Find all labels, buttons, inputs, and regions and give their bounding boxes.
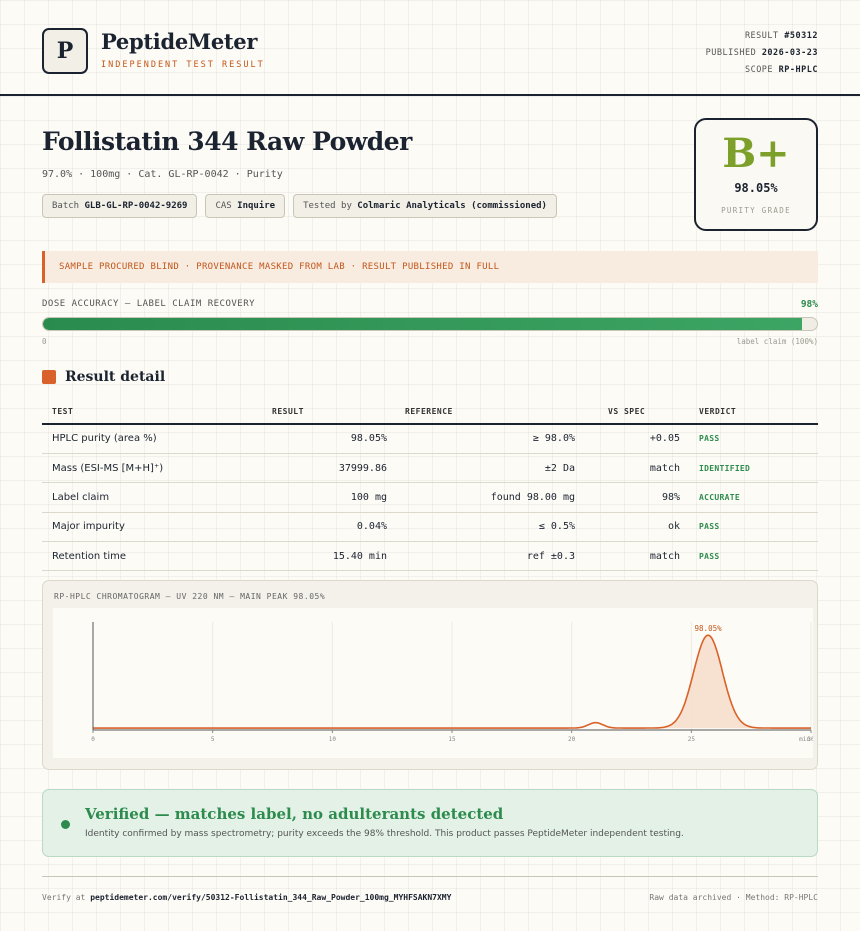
verified-subtitle: Identity confirmed by mass spectrometry;… <box>85 829 684 839</box>
cell-test: HPLC purity (area %) <box>42 424 272 454</box>
col-test: TEST <box>42 399 272 425</box>
cell-reference: ≥ 98.0% <box>387 424 575 454</box>
cell-result: 98.05% <box>272 424 387 454</box>
x-tick-label: 10 <box>329 736 337 743</box>
chromatogram-label: RP-HPLC CHROMATOGRAM — UV 220 NM — MAIN … <box>54 592 326 601</box>
batch-chip: Batch GLB-GL-RP-0042-9269 <box>42 194 198 218</box>
main-peak-area <box>662 635 754 729</box>
section-title: Result detail <box>65 369 166 385</box>
cell-vs-spec: 98% <box>575 482 680 513</box>
chromatogram-plot: 0 5 10 15 20 25 30 min 98.05% <box>53 608 815 758</box>
dose-progress-fill <box>43 318 802 330</box>
verified-banner: Verified — matches label, no adulterants… <box>42 789 818 857</box>
published-row: PUBLISHED 2026-03-23 <box>705 48 818 58</box>
cell-result: 15.40 min <box>272 541 387 572</box>
scope-row: SCOPE RP-HPLC <box>744 65 818 75</box>
x-tick-label: 15 <box>448 736 456 743</box>
section-marker-icon <box>42 370 56 384</box>
tested-by-chip: Tested by Colmaric Analyticals (commissi… <box>293 194 557 218</box>
cell-reference: ±2 Da <box>387 453 575 484</box>
table-row: Label claim 100 mg found 98.00 mg 98% AC… <box>42 482 818 513</box>
cell-vs-spec: +0.05 <box>575 424 680 454</box>
cell-result: 0.04% <box>272 512 387 543</box>
report-meta: RESULT #50312 PUBLISHED 2026-03-23 SCOPE… <box>706 28 818 79</box>
cell-reference: found 98.00 mg <box>387 482 575 513</box>
footer-divider <box>42 876 818 877</box>
table-row: Retention time 15.40 min ref ±0.3 match … <box>42 541 818 572</box>
grade-value: 98.05% <box>734 181 778 195</box>
cell-test: Mass (ESI-MS [M+H]⁺) <box>42 453 272 484</box>
chromatogram-svg: 0 5 10 15 20 25 30min98.05% <box>91 622 815 743</box>
x-tick-label: 20 <box>568 736 576 743</box>
product-subline: 97.0% · 100mg · Cat. GL-RP-0042 · Purity <box>42 169 283 180</box>
verify-link[interactable]: peptidemeter.com/verify/50312-Follistati… <box>90 893 451 902</box>
dose-accuracy-label: DOSE ACCURACY — LABEL CLAIM RECOVERY <box>42 299 256 309</box>
report-header: P PeptideMeter INDEPENDENT TEST RESULT R… <box>0 0 860 96</box>
grade-label: PURITY GRADE <box>721 206 791 215</box>
scope-value: RP-HPLC <box>778 65 818 75</box>
footer-method: Raw data archived · Method: RP-HPLC <box>649 893 818 902</box>
cell-result: 37999.86 <box>272 453 387 484</box>
col-vs-spec: VS SPEC <box>575 399 680 425</box>
x-tick-label: 25 <box>688 736 696 743</box>
brand-subtitle: INDEPENDENT TEST RESULT <box>101 60 265 70</box>
col-verdict: VERDICT <box>680 399 818 425</box>
x-tick-label: 0 <box>91 736 95 743</box>
dose-bar-min-label: 0 <box>42 337 47 346</box>
peak-label: 98.05% <box>695 624 723 633</box>
cell-verdict: PASS <box>680 424 818 454</box>
blind-sample-notice: SAMPLE PROCURED BLIND · PROVENANCE MASKE… <box>42 251 818 283</box>
published-date: 2026-03-23 <box>761 48 818 58</box>
cell-verdict: PASS <box>680 541 818 572</box>
product-title: Follistatin 344 Raw Powder <box>42 127 412 156</box>
x-tick-label: 5 <box>211 736 215 743</box>
cell-test: Label claim <box>42 482 272 513</box>
results-table: TEST RESULT REFERENCE VS SPEC VERDICT HP… <box>42 399 818 572</box>
footer-verify: Verify at peptidemeter.com/verify/50312-… <box>42 893 452 902</box>
grade-card: B+ 98.05% PURITY GRADE <box>694 118 818 231</box>
x-axis-unit-label: min <box>799 736 810 743</box>
col-reference: REFERENCE <box>387 399 575 425</box>
dose-accuracy-percent: 98% <box>800 299 818 310</box>
cell-vs-spec: match <box>575 541 680 572</box>
verified-title: Verified — matches label, no adulterants… <box>85 805 504 823</box>
table-row: Major impurity 0.04% ≤ 0.5% ok PASS <box>42 512 818 543</box>
cell-reference: ≤ 0.5% <box>387 512 575 543</box>
cell-verdict: PASS <box>680 512 818 543</box>
verified-dot-icon <box>61 820 70 829</box>
table-header-row: TEST RESULT REFERENCE VS SPEC VERDICT <box>42 399 818 425</box>
brand-logo: P <box>42 28 88 74</box>
cell-test: Major impurity <box>42 512 272 543</box>
cell-verdict: IDENTIFIED <box>680 453 818 484</box>
cell-test: Retention time <box>42 541 272 572</box>
cell-vs-spec: match <box>575 453 680 484</box>
cas-chip: CAS Inquire <box>205 194 286 218</box>
cell-vs-spec: ok <box>575 512 680 543</box>
cell-result: 100 mg <box>272 482 387 513</box>
col-result: RESULT <box>272 399 387 425</box>
cell-reference: ref ±0.3 <box>387 541 575 572</box>
dose-progress-bar <box>42 317 818 331</box>
chromatogram-card: RP-HPLC CHROMATOGRAM — UV 220 NM — MAIN … <box>42 580 818 770</box>
brand-name: PeptideMeter <box>101 29 258 54</box>
grade-letter: B+ <box>722 130 790 177</box>
product-chips: Batch GLB-GL-RP-0042-9269 CAS Inquire Te… <box>42 194 557 218</box>
result-id-row: RESULT #50312 <box>744 31 818 41</box>
table-row: HPLC purity (area %) 98.05% ≥ 98.0% +0.0… <box>42 424 818 454</box>
dose-bar-claim-label: label claim (100%) <box>736 337 818 346</box>
result-id: #50312 <box>784 31 818 41</box>
cell-verdict: ACCURATE <box>680 482 818 513</box>
table-row: Mass (ESI-MS [M+H]⁺) 37999.86 ±2 Da matc… <box>42 453 818 484</box>
